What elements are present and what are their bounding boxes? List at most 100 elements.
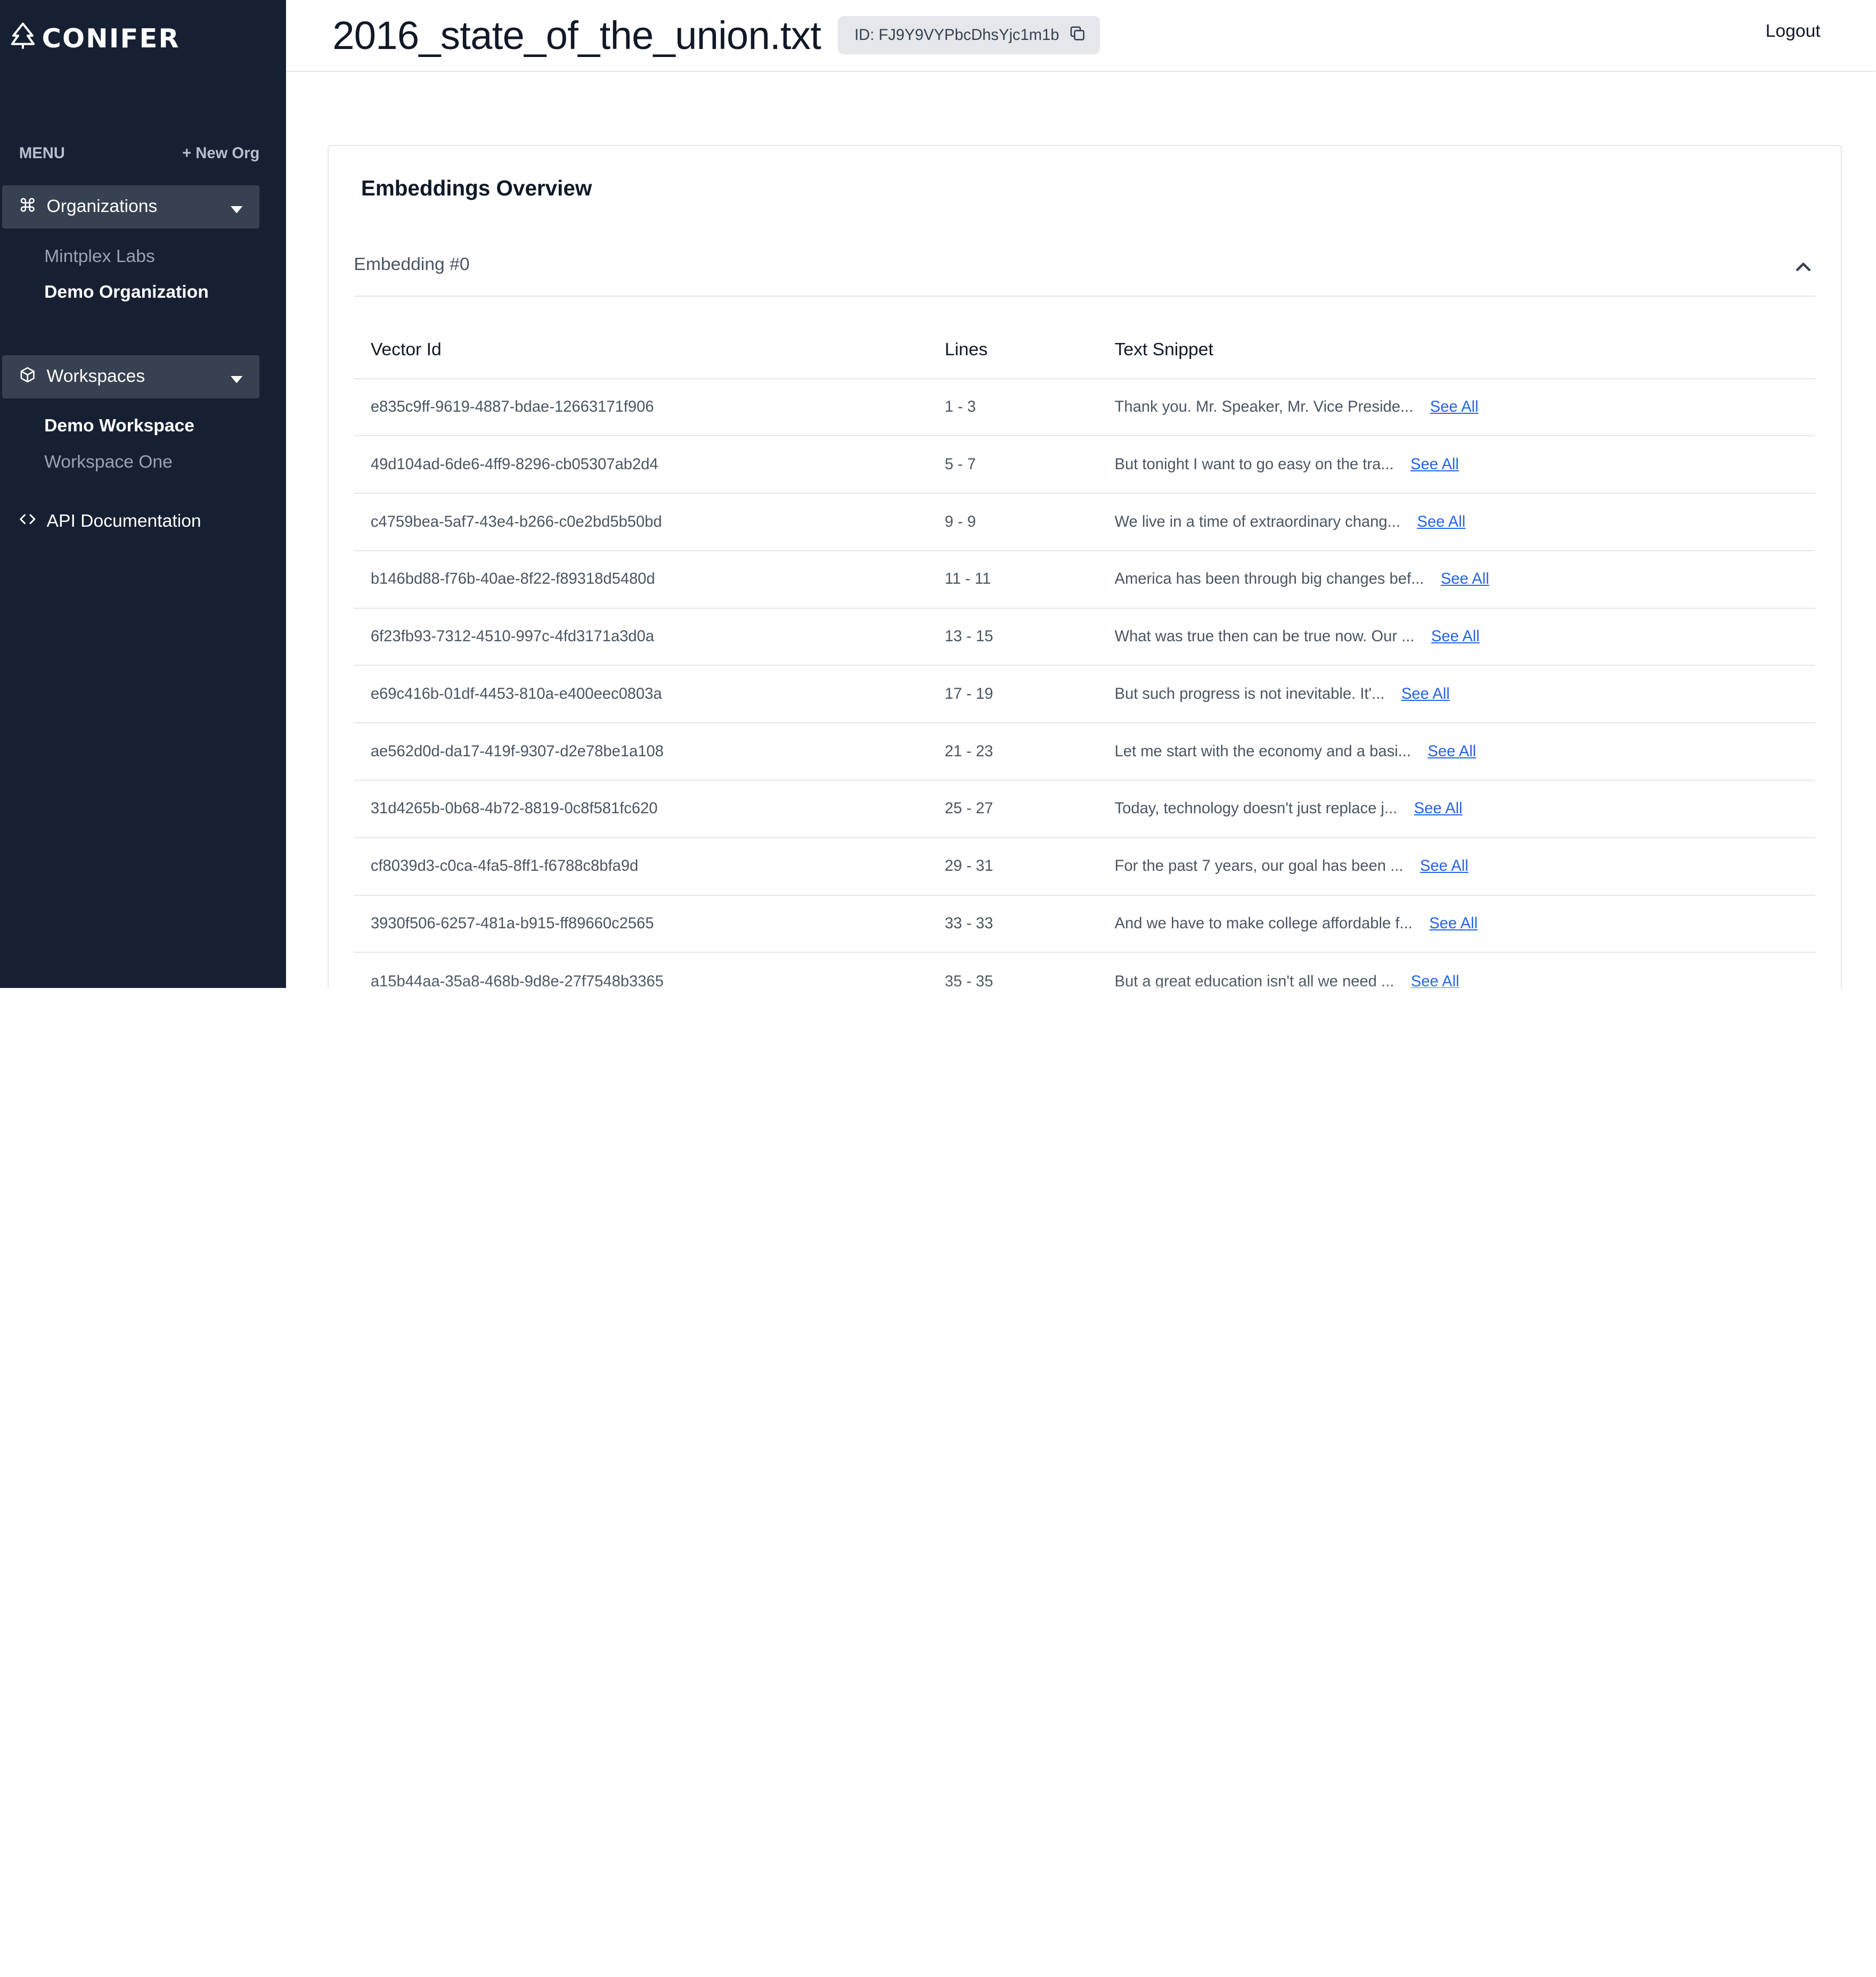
text-snippet: But tonight I want to go easy on the tra… <box>1114 455 1394 473</box>
see-all-link[interactable]: See All <box>1431 628 1480 646</box>
vector-id-cell: 3930f506-6257-481a-b915-ff89660c2565 <box>370 914 654 932</box>
text-snippet-cell: But tonight I want to go easy on the tra… <box>1115 456 1816 473</box>
vector-id-cell: b146bd88-f76b-40ae-8f22-f89318d5480d <box>370 570 655 588</box>
chevron-up-icon[interactable] <box>1796 254 1811 276</box>
api-documentation-label: API Documentation <box>46 511 201 532</box>
table-row: e835c9ff-9619-4887-bdae-12663171f906 1 - … <box>354 379 1816 437</box>
embeddings-card: Embeddings Overview Embedding #0 Vector … <box>328 144 1842 988</box>
lines-cell: 21 - 23 <box>944 742 993 760</box>
vector-id-cell: 49d104ad-6de6-4ff9-8296-cb05307ab2d4 <box>370 455 658 473</box>
table-body: e835c9ff-9619-4887-bdae-12663171f906 1 - … <box>354 379 1816 988</box>
organizations-label: Organizations <box>46 197 158 217</box>
org-item-mintplex-labs[interactable]: Mintplex Labs <box>44 247 155 267</box>
text-snippet: And we have to make college affordable f… <box>1114 914 1413 932</box>
lines-cell: 13 - 15 <box>944 628 993 646</box>
text-snippet-cell: Thank you. Mr. Speaker, Mr. Vice Preside… <box>1115 398 1816 416</box>
logout-button[interactable]: Logout <box>1766 21 1821 42</box>
lines-cell: 5 - 7 <box>944 455 976 473</box>
table-row: 6f23fb93-7312-4510-997c-4fd3171a3d0a 13 -… <box>354 609 1816 666</box>
table-header-row: Vector Id Lines Text Snippet <box>354 322 1816 379</box>
workspaces-label: Workspaces <box>46 366 145 387</box>
table-row: 49d104ad-6de6-4ff9-8296-cb05307ab2d4 5 - … <box>354 436 1816 494</box>
column-header-vector-id: Vector Id <box>370 339 442 360</box>
table-row: b146bd88-f76b-40ae-8f22-f89318d5480d 11 -… <box>354 551 1816 609</box>
table-row: 3930f506-6257-481a-b915-ff89660c2565 33 -… <box>354 896 1816 953</box>
vector-id-cell: a15b44aa-35a8-468b-9d8e-27f7548b3365 <box>370 973 664 988</box>
sidebar: CONIFER MENU + New Org Organizations Min… <box>0 0 286 988</box>
cube-icon <box>19 365 36 388</box>
text-snippet: America has been through big changes bef… <box>1114 570 1424 588</box>
see-all-link[interactable]: See All <box>1410 456 1459 473</box>
vector-id-cell: c4759bea-5af7-43e4-b266-c0e2bd5b50bd <box>370 513 662 530</box>
text-snippet-cell: But such progress is not inevitable. It'… <box>1115 685 1816 703</box>
text-snippet-cell: We live in a time of extraordinary chang… <box>1115 513 1816 531</box>
menu-label: MENU <box>19 144 65 162</box>
text-snippet-cell: What was true then can be true now. Our … <box>1115 628 1816 646</box>
menu-header: MENU + New Org <box>19 145 259 162</box>
tree-icon <box>9 21 37 55</box>
copy-icon[interactable] <box>1069 25 1086 46</box>
organizations-toggle[interactable]: Organizations <box>2 185 260 228</box>
text-snippet-cell: America has been through big changes bef… <box>1115 570 1816 588</box>
text-snippet-cell: For the past 7 years, our goal has been … <box>1115 857 1816 875</box>
code-icon <box>19 511 36 532</box>
logo[interactable]: CONIFER <box>9 21 180 55</box>
see-all-link[interactable]: See All <box>1441 570 1489 588</box>
text-snippet: We live in a time of extraordinary chang… <box>1114 513 1400 530</box>
see-all-link[interactable]: See All <box>1429 915 1478 933</box>
vector-id-cell: 31d4265b-0b68-4b72-8819-0c8f581fc620 <box>370 800 658 818</box>
see-all-link[interactable]: See All <box>1414 800 1463 818</box>
vector-id-cell: cf8039d3-c0ca-4fa5-8ff1-f6788c8bfa9d <box>370 857 639 875</box>
page-header: 2016_state_of_the_union.txt ID: FJ9Y9VYP… <box>286 0 1875 72</box>
app-root: CONIFER MENU + New Org Organizations Min… <box>0 0 1875 988</box>
see-all-link[interactable]: See All <box>1420 857 1469 875</box>
vector-id-cell: ae562d0d-da17-419f-9307-d2e78be1a108 <box>370 742 664 760</box>
table-row: ae562d0d-da17-419f-9307-d2e78be1a108 21 -… <box>354 723 1816 781</box>
vector-id-cell: e835c9ff-9619-4887-bdae-12663171f906 <box>370 398 654 415</box>
see-all-link[interactable]: See All <box>1417 513 1465 531</box>
see-all-link[interactable]: See All <box>1411 973 1459 988</box>
text-snippet: For the past 7 years, our goal has been … <box>1114 857 1404 875</box>
table-row: e69c416b-01df-4453-810a-e400eec0803a 17 -… <box>354 666 1816 724</box>
text-snippet: Thank you. Mr. Speaker, Mr. Vice Preside… <box>1114 398 1414 415</box>
table-row: a15b44aa-35a8-468b-9d8e-27f7548b3365 35 -… <box>354 953 1815 988</box>
document-id-badge[interactable]: ID: FJ9Y9VYPbcDhsYjc1m1b <box>837 16 1100 55</box>
embedding-label: Embedding #0 <box>354 255 470 275</box>
workspace-item-demo-workspace[interactable]: Demo Workspace <box>44 416 194 436</box>
text-snippet-cell: Let me start with the economy and a basi… <box>1115 743 1816 761</box>
new-org-button[interactable]: + New Org <box>182 145 259 162</box>
text-snippet: What was true then can be true now. Our … <box>1114 628 1415 646</box>
lines-cell: 1 - 3 <box>944 398 976 415</box>
caret-down-icon <box>231 195 243 218</box>
card-title: Embeddings Overview <box>361 175 592 200</box>
caret-down-icon <box>231 365 243 388</box>
table-row: 31d4265b-0b68-4b72-8819-0c8f581fc620 25 -… <box>354 781 1816 838</box>
vector-id-cell: e69c416b-01df-4453-810a-e400eec0803a <box>370 685 662 702</box>
see-all-link[interactable]: See All <box>1430 398 1479 416</box>
text-snippet: Let me start with the economy and a basi… <box>1114 742 1411 760</box>
text-snippet: Today, technology doesn't just replace j… <box>1114 800 1398 818</box>
org-item-demo-organization[interactable]: Demo Organization <box>44 282 209 303</box>
logo-text: CONIFER <box>42 22 180 54</box>
lines-cell: 25 - 27 <box>944 800 993 818</box>
text-snippet: But a great education isn't all we need … <box>1114 973 1394 988</box>
workspaces-toggle[interactable]: Workspaces <box>2 355 260 398</box>
lines-cell: 33 - 33 <box>944 914 993 932</box>
api-documentation-link[interactable]: API Documentation <box>19 511 201 532</box>
workspace-item-workspace-one[interactable]: Workspace One <box>44 452 173 472</box>
lines-cell: 17 - 19 <box>944 685 993 702</box>
column-header-lines: Lines <box>944 339 988 360</box>
text-snippet-cell: And we have to make college affordable f… <box>1115 915 1816 933</box>
main-content: 2016_state_of_the_union.txt ID: FJ9Y9VYP… <box>286 0 1875 988</box>
lines-cell: 29 - 31 <box>944 857 993 875</box>
text-snippet-cell: Today, technology doesn't just replace j… <box>1115 800 1816 818</box>
command-icon <box>19 195 36 218</box>
see-all-link[interactable]: See All <box>1428 743 1476 761</box>
see-all-link[interactable]: See All <box>1401 685 1450 703</box>
lines-cell: 11 - 11 <box>944 570 991 588</box>
embedding-accordion-header[interactable]: Embedding #0 <box>354 234 1816 297</box>
vector-id-cell: 6f23fb93-7312-4510-997c-4fd3171a3d0a <box>370 628 655 646</box>
table-row: cf8039d3-c0ca-4fa5-8ff1-f6788c8bfa9d 29 -… <box>354 838 1816 896</box>
document-id-text: ID: FJ9Y9VYPbcDhsYjc1m1b <box>854 26 1059 44</box>
column-header-text-snippet: Text Snippet <box>1114 339 1213 360</box>
